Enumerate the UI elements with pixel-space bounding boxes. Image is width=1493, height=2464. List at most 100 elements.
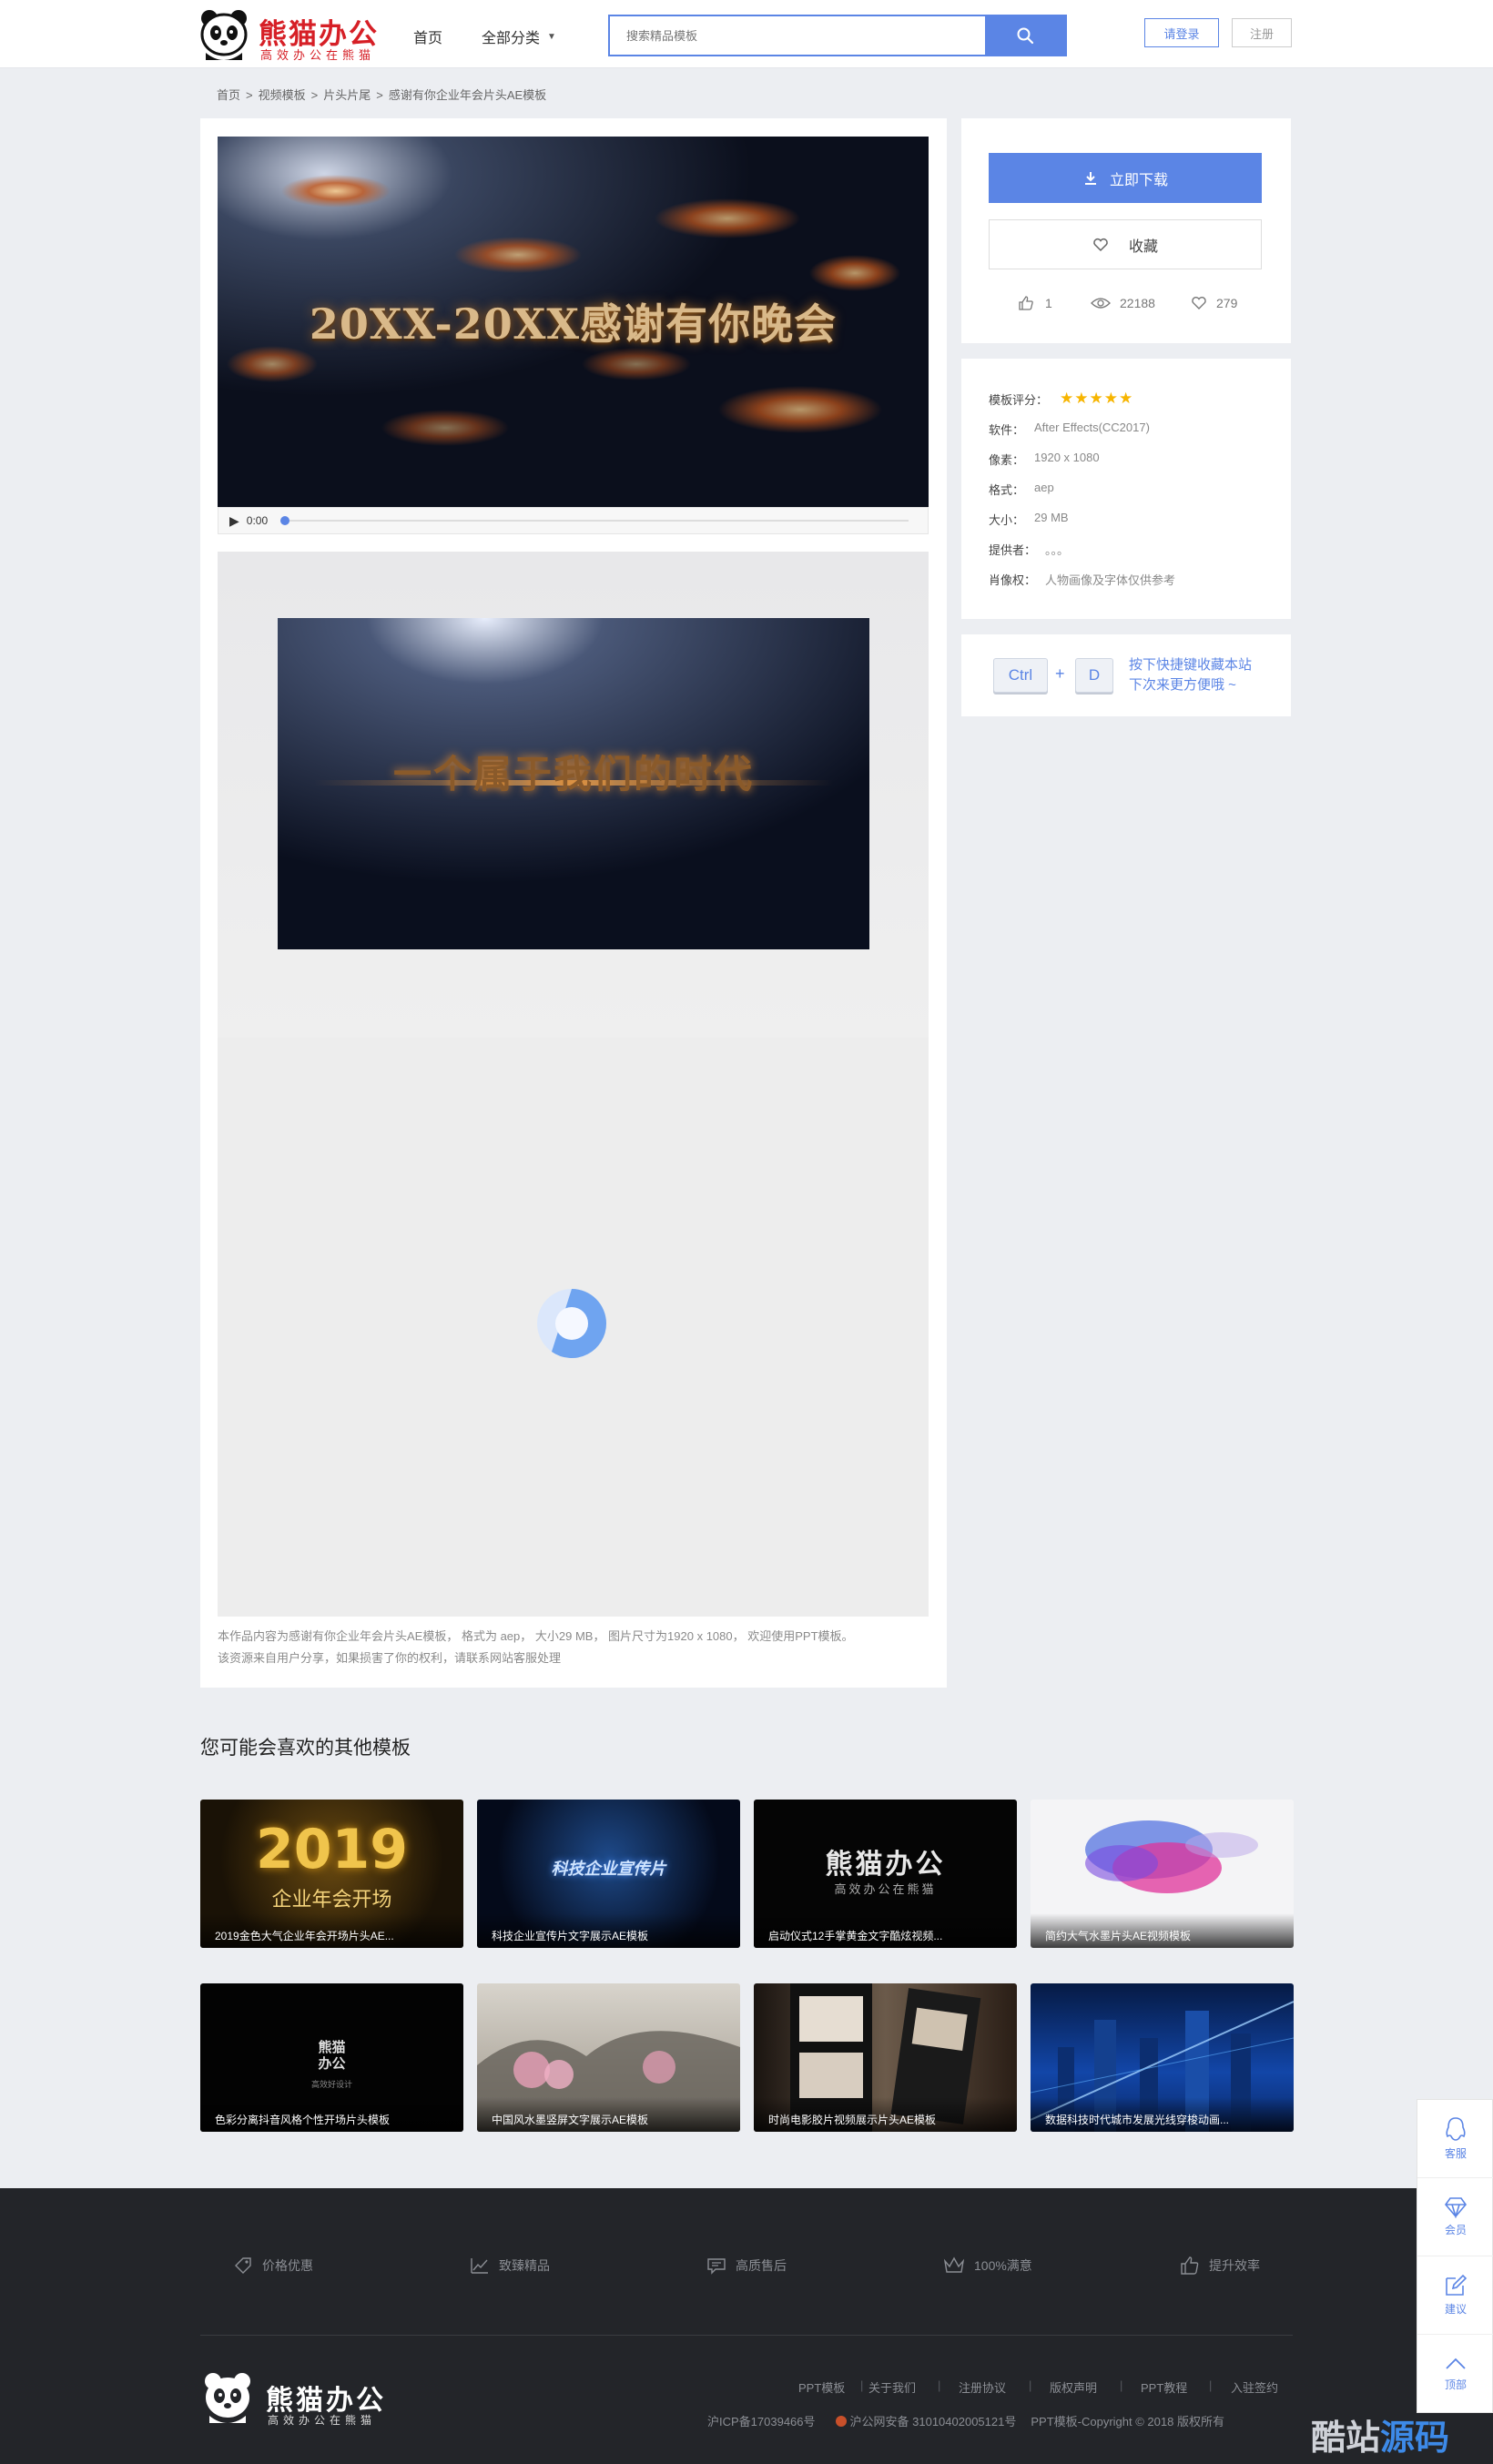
icp-number[interactable]: 沪ICP备17039466号	[707, 2412, 816, 2429]
feature-label: 致臻精品	[499, 2258, 550, 2273]
template-card[interactable]: 2019 企业年会开场 2019金色大气企业年会开场片头AE...	[200, 1800, 463, 1948]
breadcrumb-current[interactable]: 感谢有你企业年会片头AE模板	[389, 88, 546, 102]
chevron-up-icon	[1446, 2358, 1466, 2369]
watermark-part2: 源码	[1380, 2419, 1450, 2458]
breadcrumb-intro[interactable]: 片头片尾	[323, 88, 371, 102]
thumbs-up-icon	[1019, 296, 1033, 310]
recommend-title: 您可能会喜欢的其他模板	[200, 1738, 411, 1759]
download-icon	[1084, 171, 1096, 185]
info-size: 大小： 29 MB	[989, 511, 1069, 528]
card-caption: 色彩分离抖音风格个性开场片头模板	[200, 2097, 463, 2132]
side-customer-service[interactable]: 客服	[1417, 2100, 1493, 2178]
footer-link[interactable]: 入驻签约	[1231, 2378, 1278, 2396]
side-vip[interactable]: 会员	[1417, 2178, 1493, 2256]
progress-handle[interactable]	[280, 516, 290, 525]
like-stat[interactable]: 1	[1018, 296, 1052, 310]
video-controls: ▶ 0:00	[218, 507, 929, 534]
logo-subtitle: 高效办公在熊猫	[260, 49, 376, 63]
heart-icon	[1192, 297, 1206, 309]
tag-icon	[235, 2257, 251, 2274]
footer-link[interactable]: 注册协议	[959, 2378, 1006, 2396]
d-key: D	[1075, 658, 1113, 693]
info-value: 29 MB	[1034, 511, 1069, 524]
search-input[interactable]	[610, 16, 985, 55]
video-player[interactable]: 20XX-20XX感谢有你晚会	[218, 137, 929, 507]
search-button[interactable]	[985, 16, 1065, 55]
side-label: 客服	[1444, 2147, 1467, 2160]
favorite-label: 收藏	[1128, 238, 1158, 255]
info-label: 提供者：	[989, 543, 1037, 557]
breadcrumb-sep: >	[246, 88, 253, 102]
chart-line-icon	[471, 2258, 488, 2274]
card-caption: 时尚电影胶片视频展示片头AE模板	[754, 2097, 1017, 2132]
footer-sep: |	[938, 2378, 941, 2392]
side-label: 顶部	[1444, 2378, 1467, 2391]
info-rating: 模板评分： ★★★★★	[989, 390, 1133, 408]
side-label: 建议	[1444, 2303, 1467, 2316]
favorite-stat[interactable]: 279	[1191, 296, 1237, 310]
feature-label: 价格优惠	[262, 2258, 313, 2273]
side-back-to-top[interactable]: 顶部	[1417, 2335, 1493, 2413]
copyright-row: 沪ICP备17039466号 沪公网安备 31010402005121号 PPT…	[707, 2412, 1224, 2429]
card-overlay-sub: 高效好设计	[310, 2080, 352, 2089]
template-card[interactable]: 简约大气水墨片头AE视频模板	[1031, 1800, 1294, 1948]
template-card[interactable]: 中国风水墨竖屏文字展示AE模板	[477, 1983, 740, 2132]
search-box	[608, 15, 1067, 56]
card-caption: 数据科技时代城市发展光线穿梭动画...	[1031, 2097, 1294, 2132]
footer-link[interactable]: 关于我们	[868, 2378, 916, 2396]
footer-logo-sub: 高效办公在熊猫	[268, 2414, 377, 2427]
card-overlay-text: 熊猫办公	[825, 1850, 946, 1880]
info-value: After Effects(CC2017)	[1034, 421, 1150, 434]
side-label: 会员	[1444, 2224, 1467, 2236]
video-title-text: 20XX-20XX感谢有你晚会	[309, 299, 838, 349]
card-overlay-text: 科技企业宣传片	[551, 1860, 666, 1878]
feature-service: 高质售后	[706, 2256, 787, 2276]
side-feedback[interactable]: 建议	[1417, 2256, 1493, 2335]
card-caption: 科技企业宣传片文字展示AE模板	[477, 1913, 740, 1948]
login-button[interactable]: 请登录	[1144, 18, 1219, 47]
template-card[interactable]: 时尚电影胶片视频展示片头AE模板	[754, 1983, 1017, 2132]
footer-link[interactable]: 版权声明	[1050, 2378, 1097, 2396]
video-progress-bar[interactable]	[280, 516, 909, 525]
shortcut-plus: +	[1055, 664, 1065, 683]
card-overlay-sub: 企业年会开场	[271, 1888, 392, 1911]
download-button[interactable]: 立即下载	[989, 153, 1262, 203]
nav-home[interactable]: 首页	[413, 25, 442, 47]
template-card[interactable]: 科技企业宣传片 科技企业宣传片文字展示AE模板	[477, 1800, 740, 1948]
feature-quality: 致臻精品	[470, 2256, 550, 2276]
police-record[interactable]: 沪公网安备 31010402005121号	[850, 2412, 1017, 2429]
footer-link[interactable]: PPT教程	[1141, 2378, 1187, 2396]
card-caption: 启动仪式12手掌黄金文字酷炫视频...	[754, 1913, 1017, 1948]
like-count: 1	[1045, 296, 1052, 310]
breadcrumb-home[interactable]: 首页	[217, 88, 240, 102]
panda-logo-icon	[200, 10, 248, 60]
info-portrait: 肖像权： 人物画像及字体仅供参考	[989, 571, 1175, 588]
view-stat: 22188	[1091, 296, 1155, 310]
footer-logo[interactable]: 熊猫办公 高效办公在熊猫	[202, 2370, 393, 2427]
footer-sep: |	[1120, 2378, 1123, 2392]
info-pixels: 像素： 1920 x 1080	[989, 451, 1100, 468]
nav-all-label: 全部分类	[482, 31, 541, 46]
info-label: 像素：	[989, 453, 1025, 467]
nav-all-categories[interactable]: 全部分类 ▼	[482, 25, 556, 47]
watermark: 酷站源码	[1311, 2409, 1449, 2459]
template-card[interactable]: 数据科技时代城市发展光线穿梭动画...	[1031, 1983, 1294, 2132]
site-logo[interactable]: 熊猫办公 高效办公在熊猫	[198, 5, 381, 64]
info-software: 软件： After Effects(CC2017)	[989, 421, 1150, 438]
info-value: 人物画像及字体仅供参考	[1045, 573, 1176, 587]
template-card[interactable]: 熊猫办公 高效办公在熊猫 启动仪式12手掌黄金文字酷炫视频...	[754, 1800, 1017, 1948]
thumbs-up-icon	[1181, 2256, 1199, 2275]
favorite-button[interactable]: 收藏	[989, 219, 1262, 269]
star-icon: ★	[1089, 390, 1104, 407]
card-caption: 简约大气水墨片头AE视频模板	[1031, 1913, 1294, 1948]
copyright-text: PPT模板-Copyright © 2018 版权所有	[1031, 2415, 1224, 2429]
register-button[interactable]: 注册	[1232, 18, 1292, 47]
search-icon	[1017, 27, 1034, 45]
breadcrumb-video[interactable]: 视频模板	[259, 88, 306, 102]
police-badge-icon	[835, 2415, 847, 2427]
info-value[interactable]: 。。。	[1045, 541, 1069, 558]
footer-link[interactable]: PPT模板	[798, 2378, 845, 2396]
card-caption: 2019金色大气企业年会开场片头AE...	[200, 1913, 463, 1948]
play-icon[interactable]: ▶	[229, 513, 239, 529]
template-card[interactable]: 熊猫 办公 高效好设计 色彩分离抖音风格个性开场片头模板	[200, 1983, 463, 2132]
